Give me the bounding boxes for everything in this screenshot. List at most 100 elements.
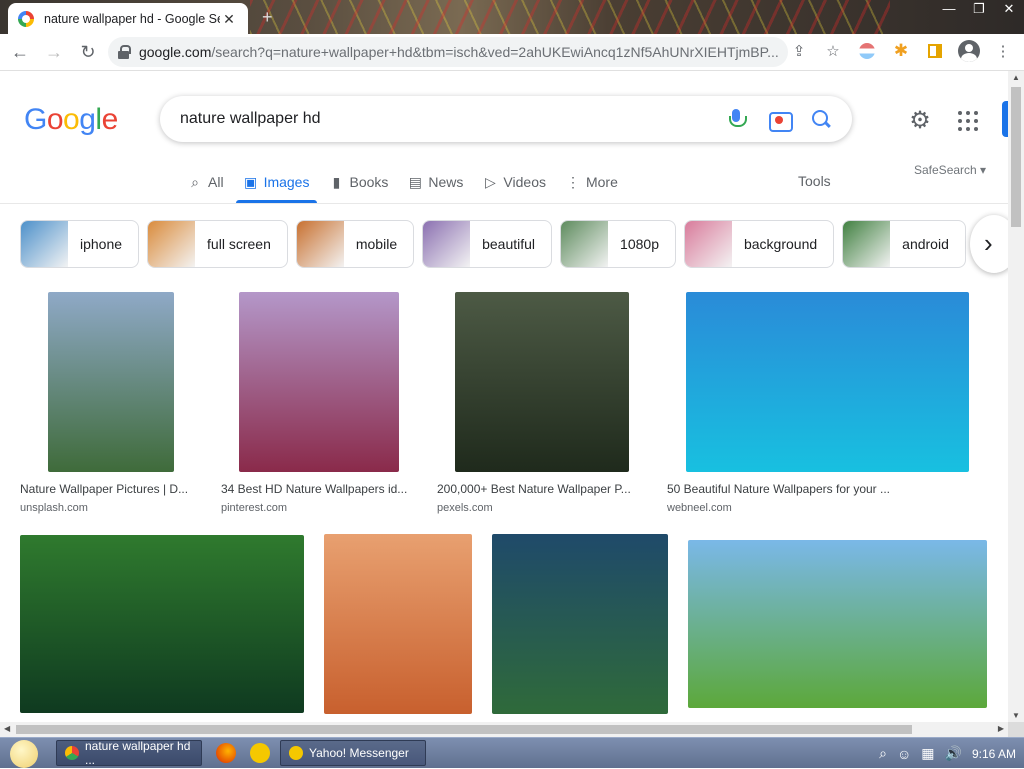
google-apps-grid-icon[interactable]	[958, 111, 978, 131]
url-text[interactable]: google.com/search?q=nature+wallpaper+hd&…	[139, 44, 778, 60]
chip-1080p[interactable]: 1080p	[560, 220, 676, 268]
image-result[interactable]: 34 Best HD Nature Wallpapers id... pinte…	[221, 292, 417, 514]
chip-thumbnail	[843, 221, 891, 267]
vertical-scrollbar-thumb[interactable]	[1011, 87, 1021, 227]
result-title[interactable]: 50 Beautiful Nature Wallpapers for your …	[667, 482, 987, 496]
result-thumbnail[interactable]	[688, 540, 987, 708]
search-type-tabs: ⌕ All ▣ Images ▮ Books ▤ News ▷ Videos ⋮ More	[180, 161, 630, 203]
browser-tab-active[interactable]: nature wallpaper hd - Google Se ✕	[8, 3, 248, 34]
chip-iphone[interactable]: iphone	[20, 220, 140, 268]
image-result[interactable]: 200,000+ Best Nature Wallpaper P... pexe…	[437, 292, 647, 514]
start-button[interactable]	[0, 738, 46, 769]
image-result[interactable]	[324, 534, 472, 714]
image-result[interactable]	[20, 535, 304, 713]
maximize-button[interactable]: ❐	[964, 0, 994, 22]
tab-videos[interactable]: ▷ Videos	[475, 161, 554, 203]
search-icon[interactable]	[810, 108, 832, 130]
chip-label: iphone	[80, 236, 123, 252]
chip-thumbnail	[684, 221, 732, 267]
minimize-button[interactable]: —	[934, 0, 964, 22]
image-result[interactable]	[688, 540, 987, 708]
tray-search-icon[interactable]: ⌕	[879, 745, 887, 762]
image-result[interactable]: 50 Beautiful Nature Wallpapers for your …	[667, 292, 987, 514]
search-icon: ⌕	[191, 173, 199, 190]
taskbar-item-chrome[interactable]: nature wallpaper hd ...	[56, 739, 202, 767]
tools-button[interactable]: Tools	[798, 173, 831, 189]
browser-menu-icon[interactable]: ⋮	[990, 38, 1016, 64]
image-result[interactable]: Nature Wallpaper Pictures | D... unsplas…	[20, 292, 200, 514]
result-thumbnail[interactable]	[324, 534, 472, 714]
clock[interactable]: 9:16 AM	[972, 747, 1016, 761]
tray-smiley-icon[interactable]: ☺	[897, 746, 911, 762]
scroll-right-arrow-icon[interactable]: ▶	[998, 724, 1004, 733]
yahoo-messenger-icon	[289, 746, 303, 760]
reload-button[interactable]: ↻	[74, 38, 102, 66]
back-button[interactable]: ←	[6, 38, 34, 66]
profile-avatar-icon[interactable]	[956, 38, 982, 64]
result-title[interactable]: Nature Wallpaper Pictures | D...	[20, 482, 200, 496]
tab-more[interactable]: ⋮ More	[558, 161, 626, 203]
google-logo[interactable]: Google	[24, 103, 118, 137]
chip-beautiful[interactable]: beautiful	[422, 220, 553, 268]
address-bar[interactable]: google.com/search?q=nature+wallpaper+hd&…	[108, 37, 788, 67]
google-favicon-icon	[18, 10, 34, 27]
result-thumbnail[interactable]	[48, 292, 174, 472]
lock-icon[interactable]	[118, 45, 131, 59]
result-thumbnail[interactable]	[686, 292, 969, 472]
related-searches-chips: iphone full screen mobile beautiful 1080…	[20, 220, 966, 268]
chip-label: full screen	[207, 236, 271, 252]
chip-android[interactable]: android	[842, 220, 966, 268]
extensions-puzzle-icon[interactable]: ✱	[888, 38, 914, 64]
result-title[interactable]: 200,000+ Best Nature Wallpaper P...	[437, 482, 647, 496]
google-lens-camera-icon[interactable]	[768, 108, 793, 132]
scroll-up-arrow-icon[interactable]: ▲	[1012, 73, 1020, 82]
firefox-icon[interactable]	[216, 743, 236, 763]
tab-images[interactable]: ▣ Images	[235, 161, 318, 203]
scroll-down-arrow-icon[interactable]: ▼	[1012, 711, 1020, 720]
tab-close-icon[interactable]: ✕	[220, 10, 238, 28]
chip-background[interactable]: background	[683, 220, 835, 268]
logo-letter: G	[24, 103, 47, 136]
logo-letter: o	[46, 103, 64, 136]
horizontal-scrollbar-thumb[interactable]	[16, 725, 912, 734]
chip-label: android	[902, 236, 949, 252]
forward-button[interactable]: →	[40, 38, 68, 66]
tab-news[interactable]: ▤ News	[400, 161, 471, 203]
close-window-button[interactable]: ✕	[994, 0, 1024, 22]
tab-books[interactable]: ▮ Books	[321, 161, 396, 203]
toolbar-actions: ⇪ ☆ ✱ ⋮	[786, 38, 1016, 64]
chip-mobile[interactable]: mobile	[295, 220, 415, 268]
safesearch-dropdown[interactable]: SafeSearch ▾	[914, 163, 986, 177]
search-box[interactable]: nature wallpaper hd	[160, 96, 852, 142]
bookmark-star-icon[interactable]: ☆	[820, 38, 846, 64]
microphone-icon[interactable]	[724, 107, 748, 131]
yahoo-smiley-icon[interactable]	[250, 743, 270, 763]
result-title[interactable]: 34 Best HD Nature Wallpapers id...	[221, 482, 417, 496]
result-source: pexels.com	[437, 502, 493, 514]
result-source: unsplash.com	[20, 502, 88, 514]
scroll-left-arrow-icon[interactable]: ◀	[4, 724, 10, 733]
chips-next-chevron-icon[interactable]: ›	[970, 215, 1008, 273]
vertical-scrollbar[interactable]: ▲ ▼	[1008, 71, 1024, 722]
chrome-icon	[65, 746, 79, 760]
tray-volume-icon[interactable]: 🔊	[945, 745, 962, 762]
taskbar-item-yahoo-messenger[interactable]: Yahoo! Messenger	[280, 740, 426, 766]
result-thumbnail[interactable]	[455, 292, 629, 472]
horizontal-scrollbar[interactable]: ◀ ▶	[0, 722, 1008, 737]
new-tab-button[interactable]: +	[262, 7, 273, 28]
book-icon: ▮	[332, 173, 341, 190]
search-input[interactable]: nature wallpaper hd	[180, 110, 724, 128]
result-thumbnail[interactable]	[20, 535, 304, 713]
side-panel-icon[interactable]	[922, 38, 948, 64]
share-icon[interactable]: ⇪	[786, 38, 812, 64]
tab-all[interactable]: ⌕ All	[180, 161, 232, 203]
result-thumbnail[interactable]	[492, 534, 668, 714]
extension-flag-icon[interactable]	[854, 38, 880, 64]
tray-network-icon[interactable]: ▦	[921, 745, 934, 762]
chip-full-screen[interactable]: full screen	[147, 220, 288, 268]
news-icon: ▤	[408, 173, 423, 190]
result-thumbnail[interactable]	[239, 292, 399, 472]
settings-gear-icon[interactable]: ⚙	[908, 109, 932, 133]
image-result[interactable]	[492, 534, 668, 714]
google-images-page: Google nature wallpaper hd ⚙ ⌕ All ▣ Image…	[0, 71, 1008, 722]
